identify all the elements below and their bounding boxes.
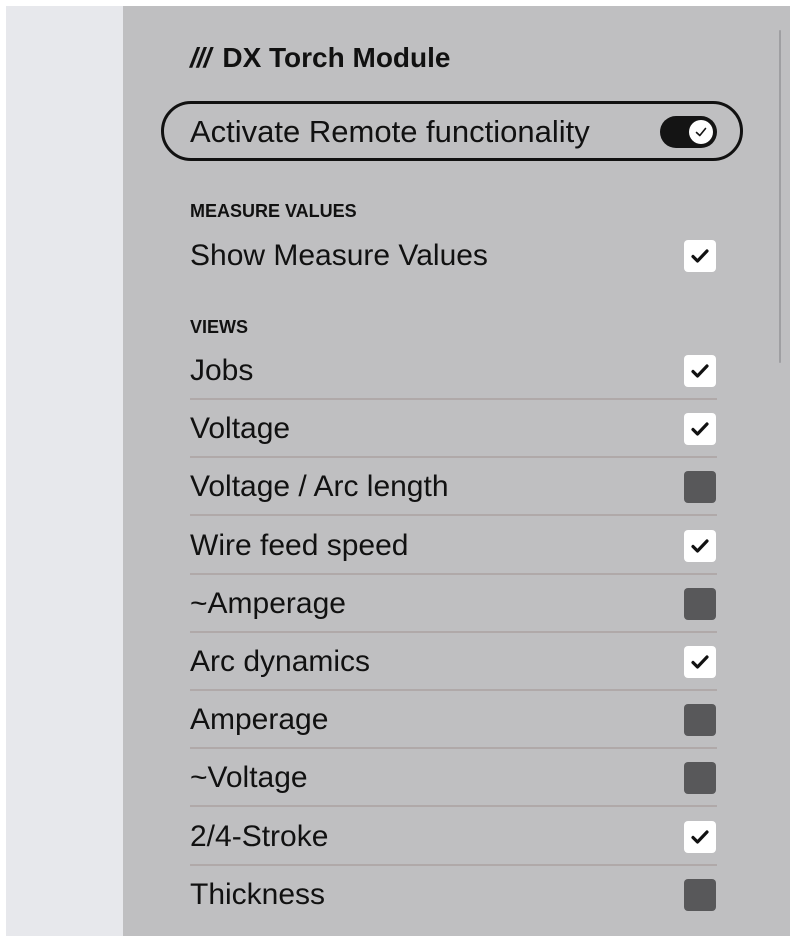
option-row[interactable]: Voltage / Arc length — [190, 467, 717, 507]
option-row[interactable]: 2/4-Stroke — [190, 817, 717, 857]
checkmark-icon — [691, 422, 709, 436]
option-checkbox[interactable] — [684, 471, 716, 503]
option-checkbox[interactable] — [684, 821, 716, 853]
option-row[interactable]: ~Amperage — [190, 584, 717, 624]
option-label: Wire feed speed — [190, 529, 409, 562]
option-checkbox[interactable] — [684, 646, 716, 678]
option-label: Jobs — [190, 354, 254, 387]
option-row[interactable]: Voltage — [190, 409, 717, 449]
option-checkbox[interactable] — [684, 704, 716, 736]
option-label: Arc dynamics — [190, 645, 371, 678]
option-label: Voltage / Arc length — [190, 470, 449, 503]
row-divider — [190, 805, 717, 807]
option-label: ~Voltage — [190, 761, 308, 794]
option-row[interactable]: ~Voltage — [190, 758, 717, 798]
option-row[interactable]: Show Measure Values — [190, 236, 717, 276]
option-row[interactable]: Wire feed speed — [190, 526, 717, 566]
option-checkbox[interactable] — [684, 762, 716, 794]
option-checkbox[interactable] — [684, 413, 716, 445]
row-divider — [190, 864, 717, 866]
row-divider — [190, 456, 717, 458]
option-label: Thickness — [190, 878, 326, 911]
checkmark-icon — [691, 364, 709, 378]
option-label: Voltage — [190, 412, 291, 445]
checkmark-icon — [691, 830, 709, 844]
option-label: Show Measure Values — [190, 239, 488, 272]
option-row[interactable]: Thickness — [190, 875, 717, 915]
views-heading: VIEWS — [190, 317, 249, 337]
option-row[interactable]: Jobs — [190, 351, 717, 391]
remote-toggle-switch[interactable] — [660, 116, 717, 148]
row-divider — [190, 514, 717, 516]
option-label: Amperage — [190, 703, 329, 736]
checkmark-icon — [691, 539, 709, 553]
remote-toggle-label: Activate Remote functionality — [190, 114, 590, 149]
triple-slash-icon: /// — [190, 42, 211, 73]
checkmark-icon — [691, 249, 709, 263]
row-divider — [190, 689, 717, 691]
option-row[interactable]: Amperage — [190, 700, 717, 740]
row-divider — [190, 398, 717, 400]
row-divider — [190, 573, 717, 575]
scrollbar[interactable] — [779, 30, 781, 363]
option-checkbox[interactable] — [684, 879, 716, 911]
option-checkbox[interactable] — [684, 240, 716, 272]
option-checkbox[interactable] — [684, 355, 716, 387]
option-checkbox[interactable] — [684, 530, 716, 562]
checkmark-icon — [691, 655, 709, 669]
measure-values-heading: MEASURE VALUES — [190, 201, 357, 221]
option-label: 2/4-Stroke — [190, 820, 329, 853]
check-icon — [695, 127, 707, 137]
row-divider — [190, 631, 717, 633]
module-title: /// DX Torch Module — [190, 40, 451, 76]
option-row[interactable]: Arc dynamics — [190, 642, 717, 682]
row-divider — [190, 747, 717, 749]
option-checkbox[interactable] — [684, 588, 716, 620]
left-sidebar — [6, 6, 123, 936]
toggle-knob — [689, 120, 713, 144]
module-title-text: DX Torch Module — [222, 42, 451, 73]
option-label: ~Amperage — [190, 587, 346, 620]
